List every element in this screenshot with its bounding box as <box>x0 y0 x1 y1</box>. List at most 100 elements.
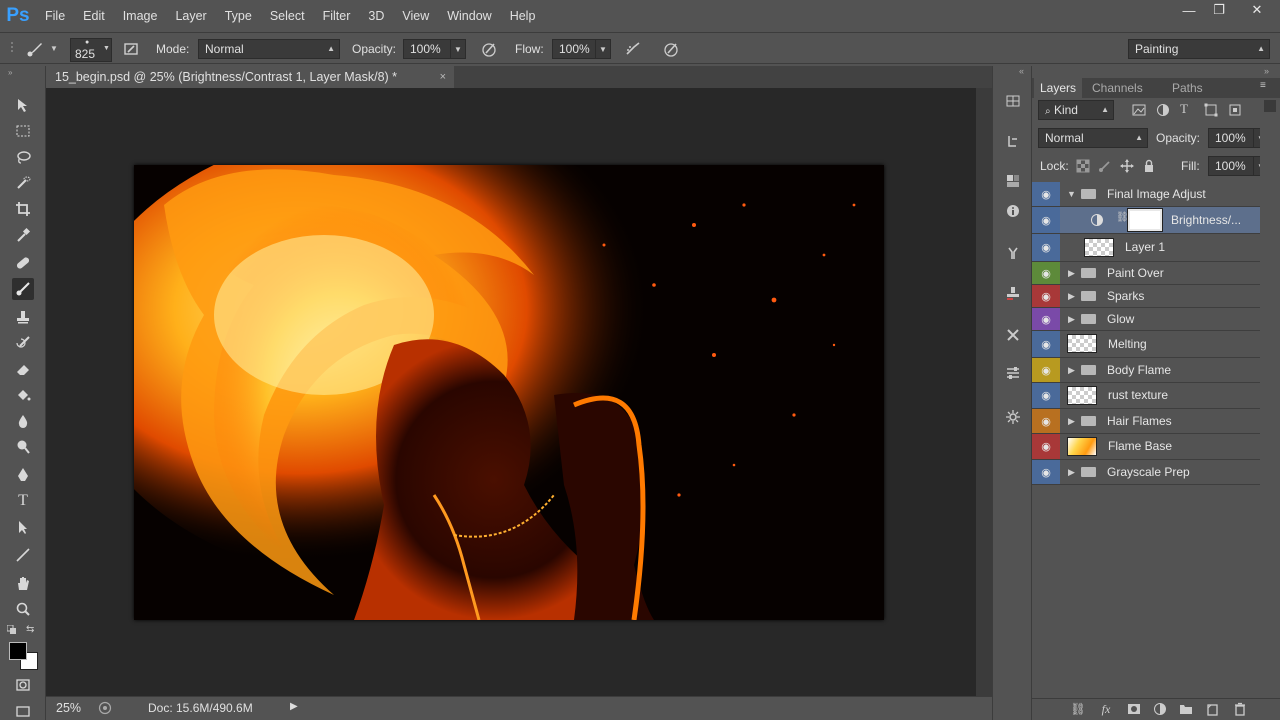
tool-presets-panel-icon[interactable] <box>1002 324 1024 346</box>
color-panel-icon[interactable] <box>1002 170 1024 192</box>
link-icon[interactable]: ⛓ <box>1116 212 1129 223</box>
line-tool-icon[interactable] <box>12 544 34 566</box>
brush-tool-icon[interactable] <box>12 278 34 300</box>
brush-size-picker[interactable]: ● 825 ▼ <box>70 38 112 62</box>
layer-row-paint-over[interactable]: ◉ ▶ Paint Over <box>1032 262 1260 285</box>
mode-select[interactable]: Normal ▲ <box>198 39 340 59</box>
layer-row-brightness-contrast[interactable]: ◉ ⛓ Brightness/... <box>1032 207 1260 234</box>
menu-image[interactable]: Image <box>114 0 167 32</box>
link-layers-icon[interactable]: ⛓ <box>1070 701 1086 717</box>
visibility-eye-icon[interactable]: ◉ <box>1032 308 1060 330</box>
workspace-select[interactable]: Painting ▲ <box>1128 39 1270 59</box>
visibility-eye-icon[interactable]: ◉ <box>1032 207 1060 233</box>
tab-paths[interactable]: Paths <box>1166 78 1209 98</box>
panel-menu-icon[interactable]: ≡ <box>1260 80 1266 91</box>
airbrush-icon[interactable] <box>622 39 644 59</box>
visibility-eye-icon[interactable]: ◉ <box>1032 460 1060 484</box>
layer-mask-thumbnail[interactable] <box>1127 208 1163 232</box>
collapse-tools-icon[interactable]: » <box>8 68 12 77</box>
brush-panel-toggle-icon[interactable] <box>120 39 142 59</box>
layer-row-rust-texture[interactable]: ◉ rust texture <box>1032 383 1260 409</box>
lock-position-icon[interactable] <box>1120 159 1134 173</box>
new-adjustment-layer-icon[interactable] <box>1152 701 1168 717</box>
fill-input[interactable]: 100% <box>1208 156 1254 176</box>
blend-mode-select[interactable]: Normal ▲ <box>1038 128 1148 148</box>
visibility-eye-icon[interactable]: ◉ <box>1032 383 1060 408</box>
pen-tool-icon[interactable] <box>12 464 34 486</box>
brush-preset-arrow-icon[interactable]: ▼ <box>50 39 58 59</box>
pressure-opacity-icon[interactable] <box>478 39 500 59</box>
document-image[interactable] <box>134 165 884 620</box>
layer-row-body-flame[interactable]: ◉ ▶ Body Flame <box>1032 358 1260 383</box>
flow-input[interactable]: 100% <box>552 39 596 59</box>
maximize-button[interactable]: ❐ <box>1204 0 1234 20</box>
eraser-tool-icon[interactable] <box>12 358 34 380</box>
canvas-vertical-scrollbar[interactable] <box>976 88 992 696</box>
clone-source-panel-icon[interactable] <box>1002 282 1024 304</box>
dodge-tool-icon[interactable] <box>12 436 34 458</box>
brush-preset-icon[interactable] <box>24 38 46 60</box>
lasso-tool-icon[interactable] <box>12 146 34 168</box>
visibility-eye-icon[interactable]: ◉ <box>1032 434 1060 459</box>
menu-file[interactable]: File <box>36 0 74 32</box>
paint-bucket-tool-icon[interactable] <box>12 384 34 406</box>
default-colors-icon[interactable] <box>6 624 17 634</box>
collapse-panel-icon[interactable]: » <box>1264 66 1269 76</box>
menu-3d[interactable]: 3D <box>359 0 393 32</box>
quick-selection-tool-icon[interactable] <box>12 172 34 194</box>
expand-group-icon[interactable]: ▶ <box>1068 308 1075 330</box>
add-mask-icon[interactable] <box>1126 701 1142 717</box>
screen-mode-icon[interactable] <box>12 700 34 720</box>
layer-row-grayscale-prep[interactable]: ◉ ▶ Grayscale Prep <box>1032 460 1260 485</box>
layers-scrollbar[interactable] <box>1260 98 1280 698</box>
marquee-tool-icon[interactable] <box>12 120 34 142</box>
brush-presets-panel-icon[interactable] <box>1002 242 1024 264</box>
visibility-eye-icon[interactable]: ◉ <box>1032 182 1060 206</box>
filter-type-icon[interactable]: T <box>1180 101 1194 116</box>
history-brush-tool-icon[interactable] <box>12 332 34 354</box>
quick-mask-icon[interactable] <box>12 674 34 696</box>
menu-type[interactable]: Type <box>216 0 261 32</box>
minimize-button[interactable]: — <box>1174 0 1204 20</box>
new-group-icon[interactable] <box>1178 701 1194 717</box>
status-preview-icon[interactable] <box>98 701 112 715</box>
scroll-thumb[interactable] <box>1264 100 1276 112</box>
lock-transparent-icon[interactable] <box>1076 159 1090 173</box>
zoom-tool-icon[interactable] <box>12 598 34 620</box>
menu-filter[interactable]: Filter <box>314 0 360 32</box>
navigator-panel-icon[interactable] <box>1002 90 1024 112</box>
history-panel-icon[interactable] <box>1002 130 1024 152</box>
lock-image-icon[interactable] <box>1098 159 1112 173</box>
properties-panel-icon[interactable] <box>1002 406 1024 428</box>
expand-group-icon[interactable]: ▶ <box>1068 460 1075 484</box>
pressure-size-icon[interactable] <box>660 39 682 59</box>
delete-layer-icon[interactable] <box>1232 701 1248 717</box>
layer-row-layer-1[interactable]: ◉ Layer 1 <box>1032 234 1260 262</box>
blur-tool-icon[interactable] <box>12 410 34 432</box>
foreground-color-swatch[interactable] <box>9 642 27 660</box>
layer-style-fx-icon[interactable]: fx <box>1098 701 1114 717</box>
visibility-eye-icon[interactable]: ◉ <box>1032 262 1060 284</box>
crop-tool-icon[interactable] <box>12 198 34 220</box>
adjustments-panel-icon[interactable] <box>1002 362 1024 384</box>
swap-colors-icon[interactable]: ⇆ <box>26 624 38 635</box>
move-tool-icon[interactable] <box>12 94 34 116</box>
filter-shape-icon[interactable] <box>1204 103 1218 117</box>
type-tool-icon[interactable]: T <box>12 490 34 512</box>
menu-edit[interactable]: Edit <box>74 0 114 32</box>
filter-smart-object-icon[interactable] <box>1228 103 1242 117</box>
filter-adjustment-icon[interactable] <box>1156 103 1170 117</box>
visibility-eye-icon[interactable]: ◉ <box>1032 358 1060 382</box>
visibility-eye-icon[interactable]: ◉ <box>1032 285 1060 307</box>
opacity-dropdown-icon[interactable]: ▼ <box>450 39 466 59</box>
expand-group-icon[interactable]: ▶ <box>1068 262 1075 284</box>
layer-row-final-image-adjust[interactable]: ◉ ▼ Final Image Adjust <box>1032 182 1260 207</box>
eyedropper-tool-icon[interactable] <box>12 224 34 246</box>
path-selection-tool-icon[interactable] <box>12 516 34 538</box>
layer-opacity-input[interactable]: 100% <box>1208 128 1254 148</box>
flow-dropdown-icon[interactable]: ▼ <box>595 39 611 59</box>
layer-row-sparks[interactable]: ◉ ▶ Sparks <box>1032 285 1260 308</box>
layer-row-flame-base[interactable]: ◉ Flame Base <box>1032 434 1260 460</box>
clone-stamp-tool-icon[interactable] <box>12 306 34 328</box>
zoom-level-input[interactable]: 25% <box>56 697 81 719</box>
